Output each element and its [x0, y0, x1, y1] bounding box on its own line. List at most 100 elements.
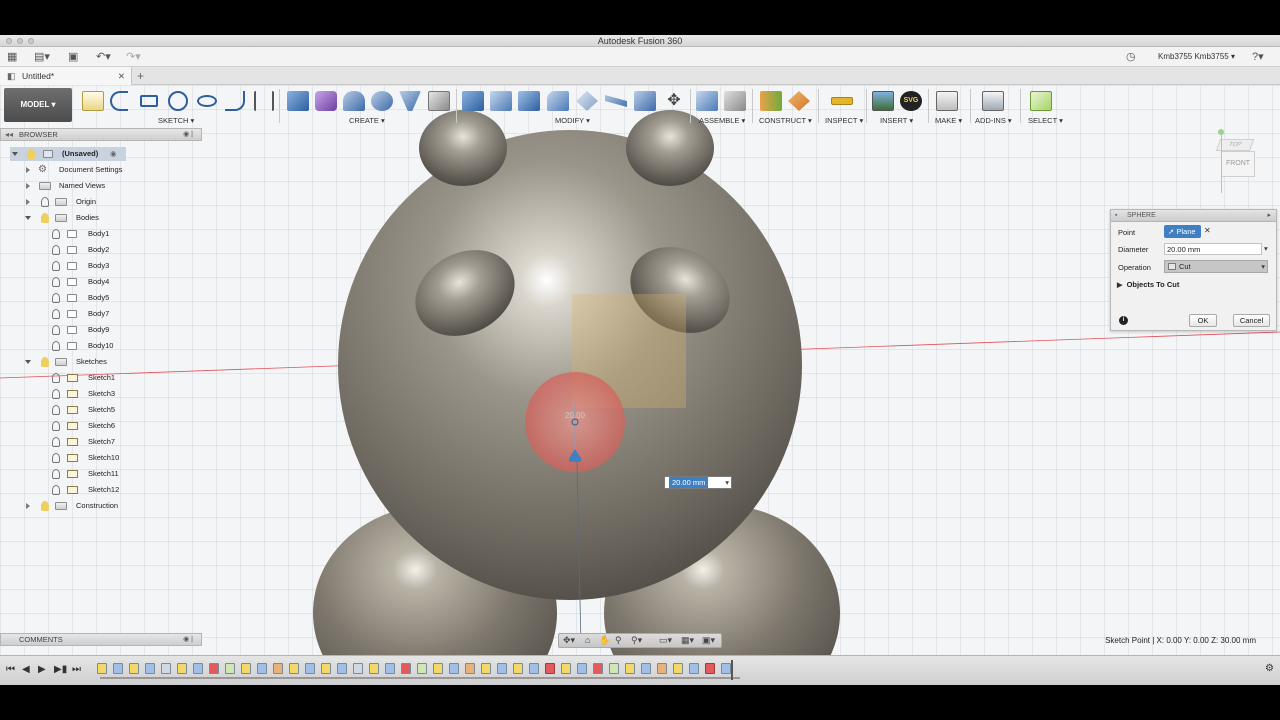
- create-sketch-icon[interactable]: [82, 91, 104, 111]
- grid-settings-icon[interactable]: ▦▾: [681, 635, 694, 646]
- insert-menu[interactable]: INSERT ▾: [880, 116, 913, 125]
- diameter-manipulator-handle[interactable]: [569, 457, 581, 462]
- visibility-bulb-icon[interactable]: [52, 325, 60, 335]
- timeline-feature[interactable]: [481, 663, 491, 674]
- chamfer-icon[interactable]: [518, 91, 540, 111]
- timeline-feature[interactable]: [497, 663, 507, 674]
- timeline-feature[interactable]: [513, 663, 523, 674]
- comments-panel[interactable]: COMMENTS ◉ |: [0, 633, 202, 646]
- timeline-feature[interactable]: [161, 663, 171, 674]
- loft-icon[interactable]: [399, 91, 421, 111]
- visibility-bulb-icon[interactable]: [52, 261, 60, 271]
- timeline-feature[interactable]: [465, 663, 475, 674]
- visibility-bulb-icon[interactable]: [52, 437, 60, 447]
- timeline-feature[interactable]: [97, 663, 107, 674]
- press-pull-icon[interactable]: [462, 91, 484, 111]
- insert-svg-icon[interactable]: SVG: [900, 91, 922, 111]
- go-to-end-icon[interactable]: ⏭: [72, 664, 81, 675]
- timeline-feature[interactable]: [145, 663, 155, 674]
- redo-icon[interactable]: ↷▾: [126, 50, 141, 64]
- move-icon[interactable]: ✥: [663, 91, 685, 111]
- view-cube-front-face[interactable]: FRONT: [1221, 151, 1255, 177]
- timeline-feature-cut[interactable]: [545, 663, 555, 674]
- orbit-icon[interactable]: ✥▾: [563, 635, 575, 646]
- timeline-feature[interactable]: [369, 663, 379, 674]
- job-status-clock-icon[interactable]: ◷: [1126, 50, 1136, 64]
- close-window-button[interactable]: [6, 38, 12, 44]
- timeline-feature[interactable]: [129, 663, 139, 674]
- timeline-feature[interactable]: [273, 663, 283, 674]
- arc-tool-icon[interactable]: [197, 95, 217, 107]
- diameter-input[interactable]: 20.00 mm: [1164, 243, 1262, 255]
- fit-icon[interactable]: ⚲▾: [631, 635, 642, 646]
- extrude-icon[interactable]: [287, 91, 309, 111]
- undo-icon[interactable]: ↶▾: [96, 50, 111, 64]
- timeline-feature[interactable]: [337, 663, 347, 674]
- line-tool-icon[interactable]: [110, 91, 128, 111]
- timeline-feature[interactable]: [113, 663, 123, 674]
- visibility-bulb-icon[interactable]: [52, 453, 60, 463]
- go-to-start-icon[interactable]: ⏮: [6, 664, 15, 675]
- shell-icon[interactable]: [547, 91, 569, 111]
- visibility-bulb-icon[interactable]: [52, 405, 60, 415]
- help-icon[interactable]: ?▾: [1252, 50, 1264, 64]
- visibility-bulb-icon[interactable]: [41, 501, 49, 511]
- data-panel-grid-icon[interactable]: ▦: [7, 50, 17, 64]
- visibility-bulb-icon[interactable]: [52, 309, 60, 319]
- step-forward-icon[interactable]: ▶▮: [54, 664, 67, 675]
- make-menu[interactable]: MAKE ▾: [935, 116, 962, 125]
- joint-icon[interactable]: [724, 91, 746, 111]
- objects-to-cut-section[interactable]: ▶ Objects To Cut: [1117, 280, 1179, 289]
- ok-button[interactable]: OK: [1189, 314, 1217, 327]
- timeline-feature[interactable]: [321, 663, 331, 674]
- timeline-feature[interactable]: [529, 663, 539, 674]
- offset-plane-icon[interactable]: [760, 91, 782, 111]
- operation-select[interactable]: Cut ▾: [1164, 260, 1268, 273]
- user-account-menu[interactable]: Kmb3755 Kmb3755 ▾: [1158, 52, 1235, 61]
- visibility-bulb-icon[interactable]: [52, 389, 60, 399]
- visibility-bulb-icon[interactable]: [52, 229, 60, 239]
- sketch-dimension-icon[interactable]: [254, 91, 274, 111]
- expand-icon[interactable]: [12, 152, 18, 156]
- timeline-feature[interactable]: [305, 663, 315, 674]
- timeline-feature[interactable]: [257, 663, 267, 674]
- play-icon[interactable]: ▶: [38, 664, 46, 675]
- add-ins-menu[interactable]: ADD-INS ▾: [975, 116, 1012, 125]
- close-tab-icon[interactable]: ✕: [118, 67, 125, 85]
- timeline-feature[interactable]: [177, 663, 187, 674]
- timeline-feature[interactable]: [289, 663, 299, 674]
- inspect-menu[interactable]: INSPECT ▾: [825, 116, 863, 125]
- timeline-feature[interactable]: [657, 663, 667, 674]
- timeline-feature[interactable]: [353, 663, 363, 674]
- timeline-feature[interactable]: [593, 663, 603, 674]
- canvas-dimension-input[interactable]: 20.00 mm ▾: [664, 476, 732, 489]
- form-icon[interactable]: [315, 91, 337, 111]
- display-settings-icon[interactable]: ▭▾: [659, 635, 672, 646]
- visibility-bulb-icon[interactable]: [41, 357, 49, 367]
- cancel-button[interactable]: Cancel: [1233, 314, 1270, 327]
- tab-untitled[interactable]: ◧ Untitled* ✕: [0, 67, 132, 85]
- visibility-bulb-icon[interactable]: [27, 149, 35, 159]
- visibility-bulb-icon[interactable]: [41, 213, 49, 223]
- view-cube[interactable]: TOP FRONT: [1210, 125, 1268, 195]
- timeline-feature[interactable]: [417, 663, 427, 674]
- timeline-marker[interactable]: [731, 660, 733, 680]
- expand-icon[interactable]: [26, 183, 30, 189]
- look-at-icon[interactable]: ⌂: [585, 635, 590, 645]
- head-body[interactable]: [338, 130, 802, 600]
- split-face-icon[interactable]: [605, 95, 627, 107]
- info-icon[interactable]: i: [1119, 316, 1128, 325]
- timeline-feature[interactable]: [225, 663, 235, 674]
- visibility-bulb-icon[interactable]: [52, 245, 60, 255]
- measure-icon[interactable]: [831, 97, 853, 105]
- expand-icon[interactable]: [26, 199, 30, 205]
- dialog-header[interactable]: ▪ SPHERE ▸: [1111, 210, 1276, 222]
- pin-panel-icon[interactable]: ◉ |: [183, 129, 193, 141]
- visibility-bulb-icon[interactable]: [41, 197, 49, 207]
- visibility-bulb-icon[interactable]: [52, 485, 60, 495]
- circle-tool-icon[interactable]: [168, 91, 188, 111]
- chevron-down-icon[interactable]: ▾: [725, 477, 729, 488]
- box-icon[interactable]: [428, 91, 450, 111]
- sketch-menu[interactable]: SKETCH ▾: [158, 116, 194, 125]
- modify-menu[interactable]: MODIFY ▾: [555, 116, 590, 125]
